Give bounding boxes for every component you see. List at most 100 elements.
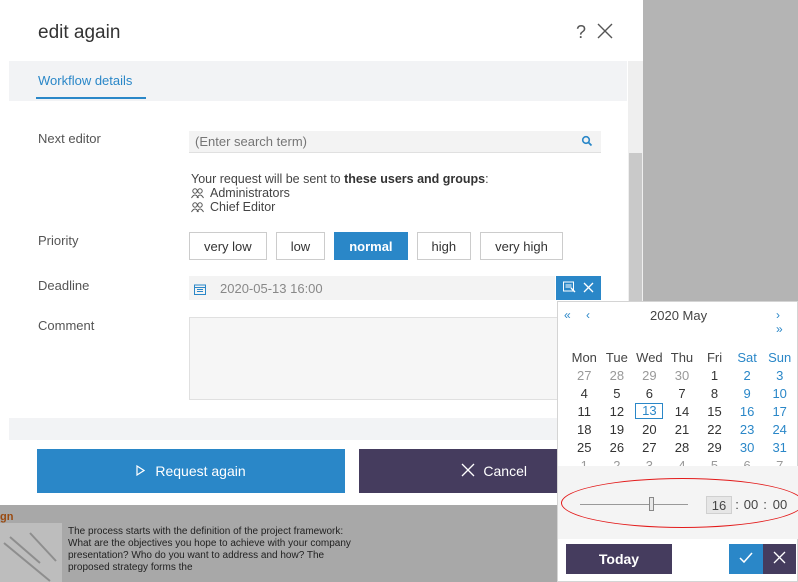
calendar-day[interactable]: 26 — [601, 438, 634, 456]
calendar-day[interactable]: 29 — [633, 366, 666, 384]
calendar-day[interactable]: 18 — [568, 420, 601, 438]
background-thumbnail — [0, 523, 62, 582]
calendar-day[interactable]: 21 — [666, 420, 699, 438]
request-again-button[interactable]: Request again — [37, 449, 345, 493]
calendar-day[interactable]: 4 — [568, 384, 601, 402]
deadline-field[interactable]: 2020-05-13 16:00 — [189, 276, 555, 300]
calendar-week: 11 12 13 14 15 16 17 — [568, 402, 796, 420]
calendar-day[interactable]: 31 — [763, 438, 796, 456]
background-page: gn The process starts with the definitio… — [0, 505, 560, 582]
recipients-prefix: Your request will be sent to — [191, 172, 345, 186]
prev-month-button[interactable]: « ‹ — [564, 308, 596, 322]
calendar-day[interactable]: 9 — [731, 384, 764, 402]
recipient-label: Administrators — [210, 186, 290, 200]
comment-label: Comment — [38, 318, 95, 333]
calendar-day[interactable]: 25 — [568, 438, 601, 456]
next-editor-label: Next editor — [38, 131, 101, 146]
calendar-day[interactable]: 28 — [601, 366, 634, 384]
close-icon[interactable] — [596, 22, 614, 40]
calendar-day[interactable]: 14 — [666, 402, 699, 420]
month-label[interactable]: 2020 May — [650, 308, 707, 323]
calendar-day[interactable]: 6 — [633, 384, 666, 402]
calendar-day[interactable]: 3 — [763, 366, 796, 384]
dismiss-button[interactable] — [763, 544, 796, 574]
calendar-week: 4 5 6 7 8 9 10 — [568, 384, 796, 402]
cancel-label: Cancel — [483, 463, 527, 479]
calendar-day[interactable]: 10 — [763, 384, 796, 402]
priority-very-high-button[interactable]: very high — [480, 232, 563, 260]
calendar-day[interactable]: 22 — [698, 420, 731, 438]
calendar-week: 18 19 20 21 22 23 24 — [568, 420, 796, 438]
calendar-day[interactable]: 13 — [633, 402, 666, 420]
background-heading: gn — [0, 511, 14, 523]
footer-divider — [9, 418, 629, 440]
search-icon[interactable] — [581, 135, 593, 147]
tab-bar: Workflow details — [9, 61, 627, 101]
comment-textarea[interactable] — [189, 317, 601, 400]
deadline-actions — [556, 276, 601, 300]
clear-deadline-icon[interactable] — [583, 281, 594, 296]
next-month-button[interactable]: › » — [776, 308, 798, 336]
calendar-icon — [194, 283, 206, 295]
weekday-header: Tue — [605, 349, 628, 365]
close-icon — [461, 463, 475, 480]
play-icon — [136, 463, 146, 479]
highlight-ellipse — [561, 478, 798, 528]
selected-day: 13 — [635, 403, 664, 419]
calendar-picker-icon[interactable] — [563, 281, 576, 296]
calendar-day[interactable]: 27 — [633, 438, 666, 456]
calendar-day[interactable]: 11 — [568, 402, 601, 420]
calendar-day[interactable]: 30 — [666, 366, 699, 384]
weekday-header: Fri — [706, 349, 723, 365]
priority-high-button[interactable]: high — [416, 232, 472, 260]
calendar-day[interactable]: 7 — [666, 384, 699, 402]
calendar-day[interactable]: 28 — [666, 438, 699, 456]
deadline-label: Deadline — [38, 278, 90, 293]
priority-low-button[interactable]: low — [275, 232, 326, 260]
recipients-bold: these users and groups — [344, 172, 486, 186]
calendar-day[interactable]: 15 — [698, 402, 731, 420]
calendar-day[interactable]: 5 — [601, 384, 634, 402]
priority-label: Priority — [38, 233, 79, 248]
confirm-button[interactable] — [729, 544, 763, 574]
recipients-info: Your request will be sent to these users… — [191, 172, 489, 214]
calendar-day[interactable]: 20 — [633, 420, 666, 438]
user-group-icon — [191, 187, 204, 199]
calendar-day[interactable]: 12 — [601, 402, 634, 420]
priority-very-low-button[interactable]: very low — [189, 232, 267, 260]
priority-selector: very low low normal high very high — [189, 232, 563, 260]
close-icon — [773, 551, 786, 567]
datepicker-header: « ‹ 2020 May › » — [558, 308, 798, 336]
recipient-label: Chief Editor — [210, 200, 276, 214]
next-editor-search — [189, 131, 601, 153]
search-input[interactable] — [189, 131, 569, 151]
calendar-day[interactable]: 23 — [731, 420, 764, 438]
calendar-day[interactable]: 30 — [731, 438, 764, 456]
user-group-icon — [191, 201, 204, 213]
calendar-day[interactable]: 8 — [698, 384, 731, 402]
calendar-day[interactable]: 16 — [731, 402, 764, 420]
weekday-header: Sun — [768, 349, 792, 365]
deadline-value: 2020-05-13 16:00 — [220, 280, 323, 296]
tab-workflow-details[interactable]: Workflow details — [38, 73, 132, 88]
calendar-day[interactable]: 24 — [763, 420, 796, 438]
weekday-header: Sat — [737, 349, 757, 365]
calendar-grid: Mon Tue Wed Thu Fri Sat Sun 27 28 29 30 1 2 3 4 5 6 7 8 9 1… — [568, 348, 796, 474]
help-button[interactable]: ? — [576, 22, 586, 43]
edit-dialog: edit again ? Workflow details Next edito… — [0, 0, 643, 505]
calendar-day[interactable]: 17 — [763, 402, 796, 420]
cancel-button[interactable]: Cancel — [359, 449, 559, 493]
calendar-day[interactable]: 29 — [698, 438, 731, 456]
priority-normal-button[interactable]: normal — [334, 232, 408, 260]
recipient-item: Administrators — [191, 186, 489, 200]
calendar-day[interactable]: 27 — [568, 366, 601, 384]
calendar-week: 25 26 27 28 29 30 31 — [568, 438, 796, 456]
calendar-day[interactable]: 1 — [698, 366, 731, 384]
tab-active-indicator — [36, 97, 146, 99]
request-again-label: Request again — [155, 463, 246, 479]
calendar-day[interactable]: 19 — [601, 420, 634, 438]
recipients-suffix: : — [485, 172, 489, 186]
weekday-header: Thu — [670, 349, 694, 365]
today-button[interactable]: Today — [566, 544, 672, 574]
calendar-day[interactable]: 2 — [731, 366, 764, 384]
